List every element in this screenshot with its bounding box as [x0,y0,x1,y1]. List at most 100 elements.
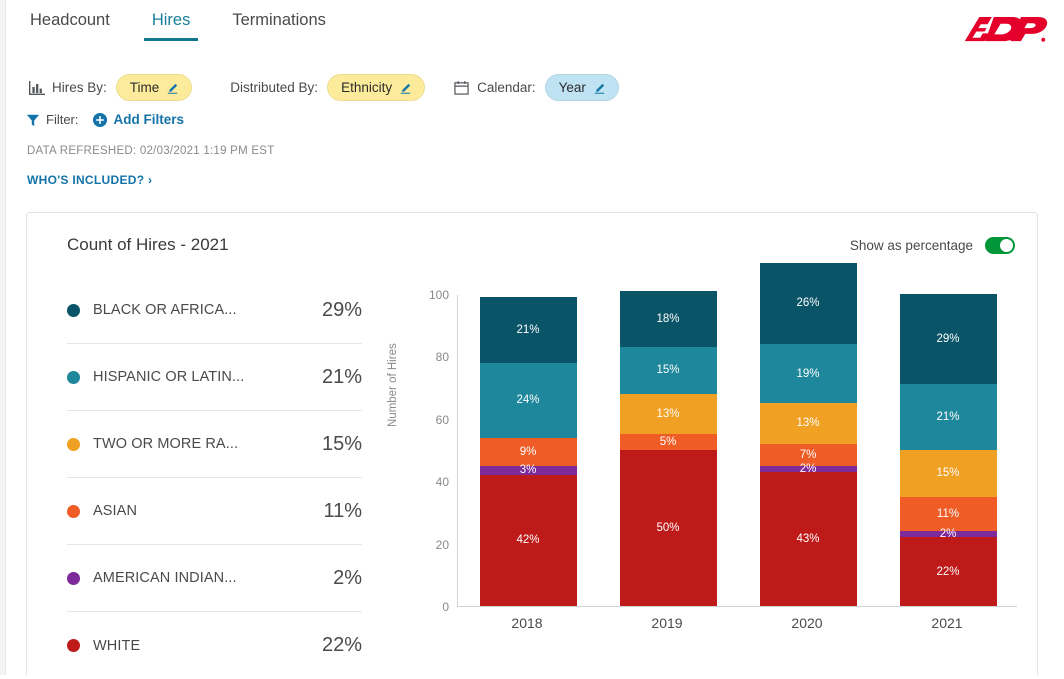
stacked-bar-2019[interactable]: 18%15%13%5%50% [620,291,717,606]
x-axis-tick: 2019 [651,615,682,631]
show-as-percentage-control[interactable]: Show as percentage [850,237,1015,254]
control-hires-by: Hires By: Time [28,74,192,101]
add-filters-label: Add Filters [114,112,185,127]
list-item[interactable]: BLACK OR AFRICA... 29% [67,277,362,344]
legend-item-label: BLACK OR AFRICA... [93,302,308,318]
legend-color-dot [67,572,80,585]
plus-circle-icon [93,113,107,127]
bar-chart-icon [28,79,45,96]
pill-distributed-by-ethnicity[interactable]: Ethnicity [327,74,425,101]
bar-group: 21%24%9%3%42%18%15%13%5%50%26%19%13%7%2%… [458,295,1018,606]
legend-color-dot [67,371,80,384]
y-axis-tick: 80 [407,350,449,364]
list-item[interactable]: AMERICAN INDIAN... 2% [67,545,362,612]
stacked-bar-2021[interactable]: 29%21%15%11%2%22% [900,294,997,606]
toggle-knob [1000,239,1013,252]
bar-slot: 29%21%15%11%2%22% [878,295,1018,606]
legend-item-value: 15% [308,433,362,456]
bar-segment[interactable]: 5% [620,434,717,450]
bar-segment[interactable]: 24% [480,363,577,438]
bar-segment[interactable]: 42% [480,475,577,606]
list-item[interactable]: TWO OR MORE RA... 15% [67,411,362,478]
controls-row: Hires By: Time Distributed By: Ethnicity… [28,74,619,101]
adp-logo [958,12,1050,50]
bar-segment[interactable]: 13% [620,394,717,435]
y-axis-tick: 0 [407,600,449,614]
legend-item-value: 22% [308,634,362,657]
control-label-hires-by: Hires By: [52,80,107,95]
bar-segment[interactable]: 11% [900,497,997,531]
bar-segment[interactable]: 43% [760,472,857,606]
list-item[interactable]: HISPANIC OR LATIN... 21% [67,344,362,411]
legend-color-dot [67,505,80,518]
show-as-percentage-label: Show as percentage [850,238,973,253]
bar-slot: 26%19%13%7%2%43% [738,295,878,606]
control-label-distributed-by: Distributed By: [230,80,318,95]
bar-segment[interactable]: 21% [900,384,997,450]
legend-item-value: 21% [308,366,362,389]
add-filters-button[interactable]: Add Filters [93,112,185,127]
filter-funnel-icon [26,113,40,127]
bar-segment[interactable]: 19% [760,344,857,403]
legend-item-value: 29% [308,299,362,322]
ethnicity-legend-list: BLACK OR AFRICA... 29% HISPANIC OR LATIN… [67,277,362,679]
bar-segment[interactable]: 9% [480,438,577,466]
stacked-bar-chart: Number of Hires 020406080100 21%24%9%3%4… [379,277,1024,657]
pill-calendar-year[interactable]: Year [545,74,619,101]
y-axis-tick: 60 [407,413,449,427]
legend-item-value: 11% [308,500,362,523]
bar-segment[interactable]: 3% [480,466,577,475]
filter-row: Filter: Add Filters [26,112,184,127]
bar-segment[interactable]: 50% [620,450,717,606]
x-axis-tick: 2021 [931,615,962,631]
plot-area: 21%24%9%3%42%18%15%13%5%50%26%19%13%7%2%… [457,295,1017,607]
pill-hires-by-time[interactable]: Time [116,74,193,101]
bar-segment[interactable]: 22% [900,537,997,606]
stacked-bar-2018[interactable]: 21%24%9%3%42% [480,297,577,606]
page-left-edge [0,0,6,675]
legend-item-label: ASIAN [93,503,308,519]
y-axis-tick: 20 [407,538,449,552]
filter-label: Filter: [46,112,79,127]
bar-segment[interactable]: 21% [480,297,577,363]
tab-bar: Headcount Hires Terminations [0,0,1064,48]
legend-item-label: WHITE [93,638,308,654]
list-item[interactable]: ASIAN 11% [67,478,362,545]
y-axis-tick: 100 [407,288,449,302]
stacked-bar-2020[interactable]: 26%19%13%7%2%43% [760,263,857,606]
edit-pencil-icon[interactable] [400,82,411,93]
tab-hires[interactable]: Hires [150,10,193,41]
bar-segment[interactable]: 15% [620,347,717,394]
control-calendar: Calendar: Year [453,74,619,101]
bar-segment[interactable]: 18% [620,291,717,347]
x-axis-tick: 2020 [791,615,822,631]
edit-pencil-icon[interactable] [167,82,178,93]
show-as-percentage-toggle[interactable] [985,237,1015,254]
bar-segment[interactable]: 26% [760,263,857,344]
legend-item-value: 2% [308,567,362,590]
bar-segment[interactable]: 13% [760,403,857,444]
pill-value-ethnicity: Ethnicity [341,80,392,95]
legend-color-dot [67,304,80,317]
chart-card: Count of Hires - 2021 Show as percentage… [26,212,1038,675]
bar-slot: 18%15%13%5%50% [598,295,738,606]
bar-segment[interactable]: 29% [900,294,997,384]
bar-segment[interactable]: 15% [900,450,997,497]
tab-terminations[interactable]: Terminations [230,10,328,41]
y-axis-label: Number of Hires [387,343,399,427]
edit-pencil-icon[interactable] [594,82,605,93]
legend-item-label: AMERICAN INDIAN... [93,570,308,586]
list-item[interactable]: WHITE 22% [67,612,362,679]
legend-color-dot [67,639,80,652]
x-axis-tick: 2018 [511,615,542,631]
control-distributed-by: Distributed By: Ethnicity [230,74,425,101]
whos-included-link[interactable]: WHO'S INCLUDED? › [27,173,152,187]
pill-value-time: Time [130,80,160,95]
tab-headcount[interactable]: Headcount [28,10,112,41]
control-label-calendar: Calendar: [477,80,536,95]
bar-slot: 21%24%9%3%42% [458,295,598,606]
data-refreshed-text: DATA REFRESHED: 02/03/2021 1:19 PM EST [27,145,274,157]
legend-item-label: TWO OR MORE RA... [93,436,308,452]
calendar-icon [453,79,470,96]
legend-color-dot [67,438,80,451]
